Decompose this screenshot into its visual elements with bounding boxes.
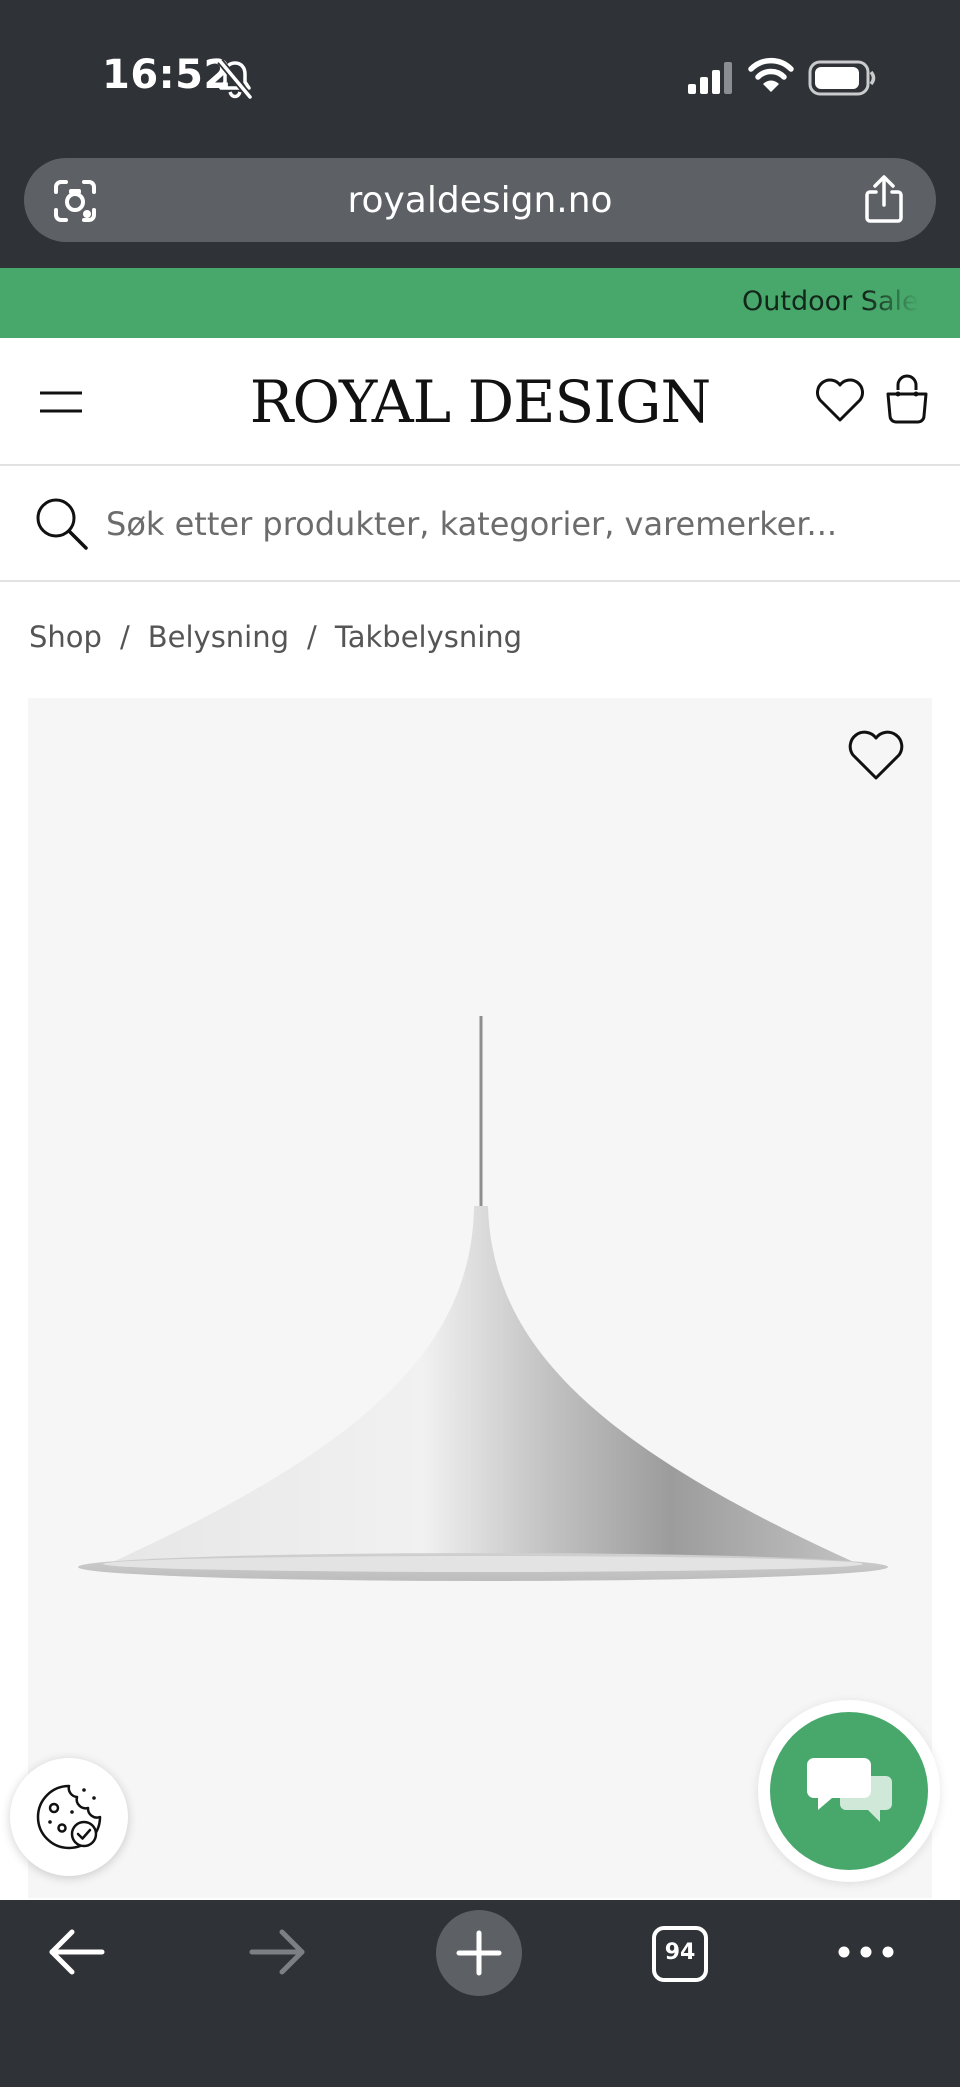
tab-count: 94: [664, 1940, 696, 1965]
breadcrumb: Shop / Belysning / Takbelysning: [29, 620, 522, 654]
search-bar: [0, 466, 960, 582]
chat-launcher[interactable]: [758, 1700, 940, 1882]
wifi-icon: [748, 57, 794, 92]
share-icon[interactable]: [862, 174, 906, 224]
breadcrumb-separator: /: [307, 620, 317, 654]
pendant-lamp-image: [78, 1016, 888, 1581]
breadcrumb-takbelysning[interactable]: Takbelysning: [335, 620, 522, 654]
more-icon[interactable]: [836, 1942, 896, 1962]
chat-icon: [807, 1758, 892, 1822]
chat-button[interactable]: [770, 1712, 928, 1870]
plus-icon: [456, 1930, 502, 1976]
promo-banner[interactable]: Outdoor Sale: [0, 268, 960, 338]
cookie-icon: [36, 1784, 102, 1850]
wishlist-icon[interactable]: [814, 376, 866, 424]
breadcrumb-separator: /: [119, 620, 130, 654]
bag-icon[interactable]: [884, 372, 930, 424]
address-bar[interactable]: royaldesign.no: [24, 158, 936, 242]
search-icon[interactable]: [34, 496, 90, 552]
status-time: 16:52: [102, 52, 232, 98]
breadcrumb-belysning[interactable]: Belysning: [148, 620, 289, 654]
heart-icon[interactable]: [846, 728, 906, 782]
signal-icon: [688, 62, 732, 94]
url-text: royaldesign.no: [347, 180, 613, 221]
browser-toolbar: royaldesign.no: [0, 150, 960, 268]
search-input[interactable]: [104, 496, 928, 552]
site-header: ROYAL DESIGN: [0, 338, 960, 466]
tab-switcher-button[interactable]: 94: [652, 1926, 708, 1982]
silent-bell-icon: [217, 58, 253, 100]
cookie-settings-button[interactable]: [10, 1758, 128, 1876]
battery-icon: [808, 60, 876, 96]
browser-bottom-toolbar: 94: [0, 1900, 960, 2087]
back-icon[interactable]: [46, 1926, 106, 1978]
forward-icon[interactable]: [248, 1926, 308, 1978]
promo-text: Outdoor Sale: [742, 286, 919, 317]
status-bar: 16:52: [0, 0, 960, 150]
new-tab-button[interactable]: [436, 1910, 522, 1996]
breadcrumb-shop[interactable]: Shop: [29, 620, 102, 654]
